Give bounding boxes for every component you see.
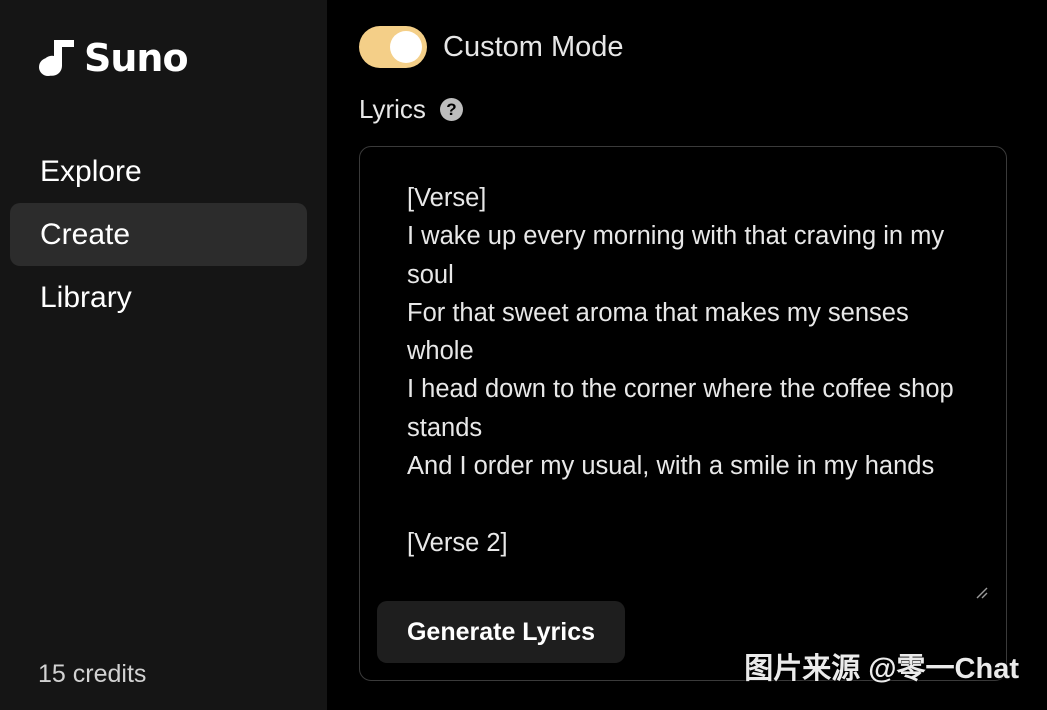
image-source-watermark: 图片来源 @零一Chat	[744, 653, 1019, 685]
toggle-knob	[390, 31, 422, 63]
sidebar-item-create[interactable]: Create	[10, 203, 307, 266]
custom-mode-toggle[interactable]	[359, 26, 427, 68]
lyrics-textarea-container: [Verse] I wake up every morning with tha…	[359, 146, 1007, 681]
lyrics-label-row: Lyrics ?	[359, 94, 463, 125]
lyrics-label: Lyrics	[359, 94, 426, 124]
suno-logo[interactable]: Suno	[38, 36, 189, 80]
sidebar: Suno Explore Create Library 15 credits	[0, 0, 327, 710]
resize-handle-icon[interactable]	[974, 585, 988, 599]
create-panel: Custom Mode Lyrics ? [Verse] I wake up e…	[327, 0, 1047, 710]
custom-mode-row: Custom Mode	[359, 26, 624, 68]
logo-text: Suno	[84, 36, 189, 80]
lyrics-textarea[interactable]: [Verse] I wake up every morning with tha…	[407, 179, 967, 599]
question-circle-icon[interactable]: ?	[439, 98, 463, 121]
app-window: Suno Explore Create Library 15 credits C…	[0, 0, 1047, 710]
sidebar-item-library[interactable]: Library	[10, 266, 307, 329]
custom-mode-label: Custom Mode	[443, 30, 624, 63]
generate-lyrics-button[interactable]: Generate Lyrics	[377, 601, 625, 663]
credits-count: 15 credits	[38, 660, 147, 688]
sidebar-nav: Explore Create Library	[10, 140, 307, 329]
suno-logo-icon	[39, 40, 74, 76]
sidebar-item-explore[interactable]: Explore	[10, 140, 307, 203]
